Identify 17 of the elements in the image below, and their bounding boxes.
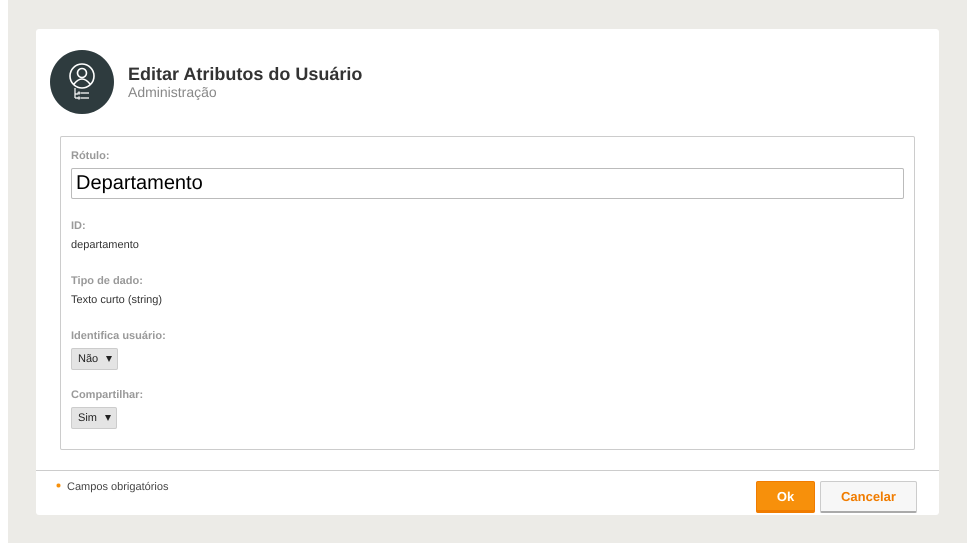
page-title: Editar Atributos do Usuário <box>128 64 362 84</box>
caret-icon <box>104 415 111 421</box>
field-label: Tipo de dado: <box>71 274 143 288</box>
required-asterisk-icon <box>56 483 61 488</box>
field-label: ID: <box>71 219 86 233</box>
field-value: Texto curto (string) <box>71 293 162 307</box>
field-value: departamento <box>71 238 139 252</box>
required-note: Campos obrigatórios <box>67 481 168 493</box>
caret-icon <box>106 356 112 362</box>
field-label: Identifica usuário: <box>71 329 166 343</box>
label-input[interactable]: Departamento <box>71 168 904 199</box>
field-label: Rótulo: <box>71 149 110 163</box>
select-dropdown[interactable]: Não <box>71 348 118 370</box>
select-dropdown[interactable]: Sim <box>71 407 117 429</box>
page-subtitle: Administração <box>128 84 218 100</box>
field-label: Compartilhar: <box>71 388 144 402</box>
user-avatar-icon <box>50 50 114 114</box>
